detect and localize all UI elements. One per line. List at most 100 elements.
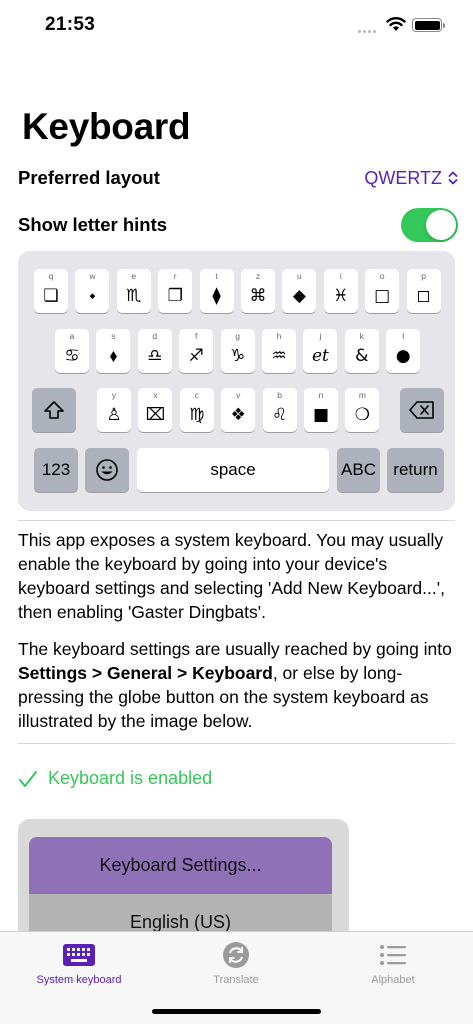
tab-alphabet-label: Alphabet	[371, 974, 415, 986]
key-glyph: ●	[395, 346, 411, 366]
key-r[interactable]: r ❐	[158, 269, 193, 313]
key-l[interactable]: l ●	[386, 329, 421, 373]
key-hint: l	[402, 331, 405, 341]
key-glyph: ⬧	[109, 346, 118, 366]
return-key[interactable]: return	[387, 448, 444, 492]
keyboard-enabled-text: Keyboard is enabled	[48, 768, 213, 788]
key-hint: n	[318, 390, 324, 400]
return-key-label: return	[393, 460, 438, 479]
key-z[interactable]: z ⌘	[241, 269, 275, 313]
key-glyph: &	[355, 346, 369, 366]
key-h[interactable]: h ♒	[262, 329, 296, 373]
toggle-knob	[426, 210, 456, 240]
tab-translate[interactable]: Translate	[176, 940, 296, 986]
key-hint: w	[89, 271, 96, 281]
key-g[interactable]: g ♑	[220, 329, 255, 373]
key-hint: q	[48, 271, 54, 281]
key-hint: j	[319, 331, 322, 341]
chevron-up-down-icon	[448, 171, 458, 185]
page-title: Keyboard	[22, 106, 191, 147]
keyboard-preview: q ❏ w ⬩ e ♏ r ❐ t ⧫ z ⌘ u ◆ i ♓ o □ p ◻ a ♋ s ⬧ d ♎ f ♐ g ♑ h ♒ j et k & l ●…	[18, 251, 455, 511]
key-s[interactable]: s ⬧	[96, 329, 131, 373]
status-time: 21:53	[45, 14, 96, 35]
key-k[interactable]: k &	[344, 329, 379, 373]
key-hint: p	[421, 271, 426, 281]
key-m[interactable]: m ❍	[345, 388, 380, 432]
key-glyph: ❏	[43, 286, 59, 306]
list-icon	[380, 945, 406, 965]
delete-key[interactable]	[400, 388, 444, 432]
keyboard-enabled-status: Keyboard is enabled	[18, 768, 212, 789]
key-hint: r	[173, 271, 177, 281]
key-glyph: ♑	[229, 346, 246, 366]
key-j[interactable]: j et	[303, 329, 338, 373]
key-glyph: ♍	[189, 405, 205, 425]
key-glyph: ◻	[416, 286, 431, 306]
illustration-keyboard-settings: Keyboard Settings...	[29, 837, 332, 894]
preferred-layout-label: Preferred layout	[18, 167, 160, 188]
key-t[interactable]: t ⧫	[199, 269, 234, 313]
divider	[18, 743, 455, 744]
letter-hints-toggle[interactable]	[401, 208, 458, 242]
key-glyph: ♋	[64, 346, 80, 366]
preferred-layout-row: Preferred layout QWERTZ	[18, 160, 458, 196]
key-q[interactable]: q ❏	[34, 269, 68, 313]
key-hint: f	[195, 331, 198, 341]
emoji-key[interactable]	[85, 448, 129, 492]
abc-key[interactable]: ABC	[337, 448, 380, 492]
letter-hints-row: Show letter hints	[18, 207, 458, 243]
abc-key-label: ABC	[341, 460, 376, 479]
key-w[interactable]: w ⬩	[75, 269, 110, 313]
key-i[interactable]: i ♓	[323, 269, 358, 313]
wifi-icon	[386, 17, 406, 31]
key-d[interactable]: d ♎	[137, 329, 172, 373]
key-glyph: ♐	[188, 346, 204, 366]
key-a[interactable]: a ♋	[55, 329, 89, 373]
settings-path: Settings > General > Keyboard	[18, 663, 273, 683]
signal-icon	[358, 30, 376, 33]
layout-picker-value: QWERTZ	[364, 167, 442, 188]
key-glyph: ⌧	[145, 405, 166, 425]
key-p[interactable]: p ◻	[406, 269, 441, 313]
key-glyph: ♓	[333, 286, 349, 306]
letter-hints-label: Show letter hints	[18, 214, 168, 235]
key-x[interactable]: x ⌧	[138, 388, 173, 432]
key-glyph: et	[311, 346, 329, 366]
key-v[interactable]: v ❖	[221, 388, 256, 432]
key-e[interactable]: e ♏	[116, 269, 151, 313]
key-glyph: ♏	[126, 286, 142, 306]
key-hint: b	[277, 390, 282, 400]
key-y[interactable]: y ♙	[97, 388, 131, 432]
tab-alphabet[interactable]: Alphabet	[333, 940, 453, 986]
key-glyph: ⧫	[212, 286, 221, 306]
key-glyph: ♌	[271, 405, 288, 425]
translate-icon	[223, 942, 249, 968]
key-glyph: ❖	[230, 405, 246, 425]
key-f[interactable]: f ♐	[179, 329, 214, 373]
key-hint: a	[69, 331, 75, 341]
shift-key[interactable]	[32, 388, 76, 432]
emoji-icon	[96, 459, 118, 481]
key-o[interactable]: o □	[365, 269, 400, 313]
key-u[interactable]: u ◆	[282, 269, 317, 313]
key-glyph: ♎	[147, 346, 163, 366]
delete-icon	[409, 401, 434, 419]
key-c[interactable]: c ♍	[179, 388, 214, 432]
key-hint: e	[131, 271, 137, 281]
numbers-key[interactable]: 123	[34, 448, 78, 492]
key-hint: g	[235, 331, 240, 341]
key-hint: u	[297, 271, 302, 281]
key-hint: o	[379, 271, 385, 281]
tab-system-keyboard[interactable]: System keyboard	[19, 940, 139, 986]
key-b[interactable]: b ♌	[262, 388, 297, 432]
key-hint: k	[359, 331, 364, 341]
key-hint: t	[215, 271, 218, 281]
key-hint: d	[152, 331, 158, 341]
space-key[interactable]: space	[137, 448, 329, 492]
tab-translate-label: Translate	[213, 974, 259, 986]
layout-picker[interactable]: QWERTZ	[364, 168, 458, 189]
key-hint: x	[153, 390, 158, 400]
description-paragraph-2: The keyboard settings are usually reache…	[18, 639, 452, 731]
key-hint: h	[276, 331, 282, 341]
key-n[interactable]: n ■	[304, 388, 338, 432]
